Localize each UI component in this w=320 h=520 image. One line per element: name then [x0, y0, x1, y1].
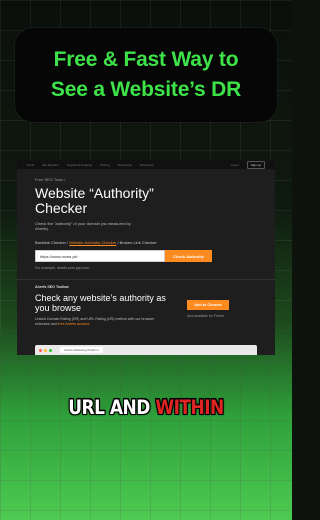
mini-browser-tab: Ahrefs Marketing Platform — [60, 347, 103, 353]
page-title: Website “Authority” Checker — [35, 186, 257, 216]
background-grid-lower — [0, 330, 292, 520]
hero-section: Free SEO Tools / Website “Authority” Che… — [17, 169, 275, 270]
window-minimize-dot — [44, 348, 47, 352]
also-available: Also available for Firefox. — [187, 314, 225, 318]
headline-line-1: Free & Fast Way to — [53, 48, 239, 71]
url-form: https://www.mzee.pk/ Check Authority — [35, 250, 257, 262]
caption-word-1: URL AND — [68, 396, 150, 420]
video-caption: URL AND WITHIN — [0, 397, 292, 420]
authority-checker-link[interactable]: Website Authority Checker — [69, 240, 116, 245]
headline-card: Free & Fast Way to See a Website’s DR — [15, 28, 277, 122]
window-maximize-dot — [49, 348, 52, 352]
website-screenshot: Tools Site Explorer Keywords Explorer Pr… — [17, 160, 275, 355]
nav-item-tools[interactable]: Tools — [27, 163, 34, 167]
nav-item-enterprise[interactable]: Enterprise — [140, 163, 154, 167]
top-nav: Tools Site Explorer Keywords Explorer Pr… — [17, 160, 275, 169]
window-close-dot — [39, 348, 42, 352]
login-link[interactable]: Log in — [231, 163, 239, 167]
example-text: For example, ahrefs.com yep.com — [35, 266, 90, 270]
free-account-link[interactable]: free Ahrefs account. — [58, 322, 90, 326]
also-available-text: Also available for — [187, 314, 213, 318]
page-title-line-2: Checker — [35, 200, 88, 216]
promo-kicker: Ahrefs SEO Toolbar — [35, 285, 69, 289]
promo-description: Unlock Domain Rating (DR) and URL Rating… — [35, 317, 155, 327]
broken-link-checker-link[interactable]: / Broken Link Checker — [117, 240, 156, 245]
backlink-checker-link[interactable]: Backlink Checker / — [35, 240, 68, 245]
promo-description-text: Unlock Domain Rating (DR) and URL Rating… — [35, 317, 155, 326]
page-title-line-1: Website “Authority” — [35, 185, 154, 201]
nav-item-resources[interactable]: Resources — [118, 163, 132, 167]
breadcrumb[interactable]: Free SEO Tools / — [35, 177, 257, 182]
tool-links: Backlink Checker / Website Authority Che… — [35, 240, 257, 245]
nav-item-pricing[interactable]: Pricing — [100, 163, 109, 167]
check-authority-button[interactable]: Check Authority — [165, 250, 212, 262]
headline-line-2: See a Website’s DR — [50, 78, 242, 101]
nav-item-site-explorer[interactable]: Site Explorer — [42, 163, 59, 167]
signup-button[interactable]: Sign up — [246, 160, 265, 169]
url-input[interactable]: https://www.mzee.pk/ — [35, 250, 165, 262]
nav-item-keywords[interactable]: Keywords Explorer — [67, 163, 92, 167]
firefox-link[interactable]: Firefox. — [214, 314, 225, 318]
promo-title: Check any website’s authority as you bro… — [35, 293, 166, 313]
page-description: Check the "authority" of your domain (as… — [35, 221, 131, 231]
caption-word-2: WITHIN — [155, 396, 224, 420]
mini-browser-preview: Ahrefs Marketing Platform — [35, 345, 257, 355]
toolbar-promo: Ahrefs SEO Toolbar Check any website’s a… — [17, 280, 275, 327]
add-to-chrome-button[interactable]: Add to Chrome — [187, 300, 229, 310]
